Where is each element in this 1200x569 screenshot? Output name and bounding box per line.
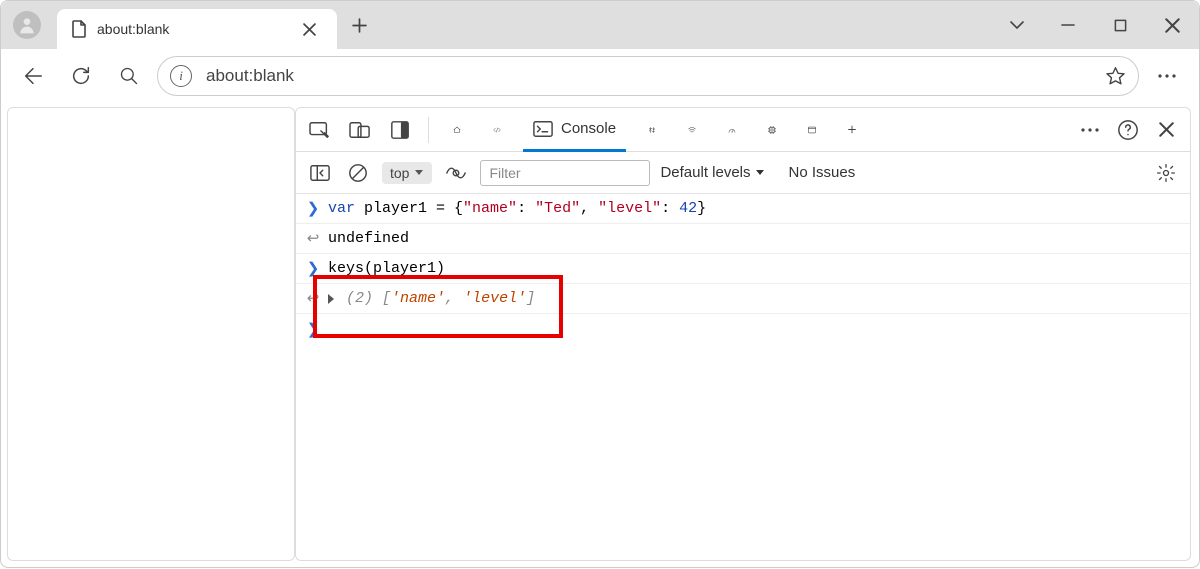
separator	[428, 117, 429, 143]
console-result: undefined	[328, 230, 409, 247]
back-button[interactable]	[13, 56, 53, 96]
devtools-panel: Console top Filter	[295, 107, 1191, 561]
browser-tab[interactable]: about:blank	[57, 9, 337, 49]
help-icon[interactable]	[1114, 116, 1142, 144]
log-levels-dropdown[interactable]: Default levels	[660, 164, 764, 181]
inspect-icon[interactable]	[306, 116, 334, 144]
favorite-icon[interactable]	[1105, 66, 1126, 87]
input-prompt-icon: ❯	[306, 199, 320, 218]
toggle-sidebar-icon[interactable]	[306, 159, 334, 187]
address-bar[interactable]: i about:blank	[157, 56, 1139, 96]
console-output: ❯ var player1 = {"name": "Ted", "level":…	[296, 194, 1190, 560]
expand-caret-icon[interactable]	[328, 294, 334, 304]
console-result: (2) ['name', 'level']	[346, 290, 535, 307]
page-viewport	[7, 107, 295, 561]
performance-tab[interactable]	[718, 108, 746, 152]
elements-tab[interactable]	[483, 108, 511, 152]
context-label: top	[390, 165, 409, 181]
filter-placeholder: Filter	[489, 165, 520, 181]
input-prompt-icon: ❯	[306, 259, 320, 278]
url-text: about:blank	[206, 66, 1091, 86]
input-prompt-icon: ❯	[306, 320, 320, 339]
memory-tab[interactable]	[758, 108, 786, 152]
content-area: Console top Filter	[1, 103, 1199, 569]
close-window-button[interactable]	[1149, 5, 1195, 45]
more-tabs-button[interactable]	[838, 108, 866, 152]
profile-avatar[interactable]	[13, 11, 41, 39]
output-icon: ↩	[306, 289, 320, 308]
chevron-down-icon	[414, 169, 424, 177]
tab-title: about:blank	[97, 21, 285, 37]
clear-console-icon[interactable]	[344, 159, 372, 187]
window-controls	[995, 5, 1199, 45]
issues-label[interactable]: No Issues	[789, 164, 856, 181]
chevron-down-icon	[755, 169, 765, 177]
console-toolbar: top Filter Default levels No Issues	[296, 152, 1190, 194]
page-icon	[71, 20, 87, 38]
minimize-button[interactable]	[1045, 5, 1091, 45]
console-output-row: ↩ undefined	[296, 224, 1190, 254]
welcome-tab[interactable]	[443, 108, 471, 152]
console-code: keys(player1)	[328, 260, 445, 277]
dock-side-icon[interactable]	[386, 116, 414, 144]
console-input-row: ❯ var player1 = {"name": "Ted", "level":…	[296, 194, 1190, 224]
refresh-button[interactable]	[61, 56, 101, 96]
tabs-dropdown[interactable]	[995, 5, 1039, 45]
live-expression-icon[interactable]	[442, 159, 470, 187]
tab-close-button[interactable]	[295, 15, 323, 43]
devtools-close-icon[interactable]	[1152, 116, 1180, 144]
devtools-tabstrip: Console	[296, 108, 1190, 152]
device-toggle-icon[interactable]	[346, 116, 374, 144]
context-selector[interactable]: top	[382, 162, 432, 184]
console-tab[interactable]: Console	[523, 108, 626, 152]
log-levels-label: Default levels	[660, 164, 750, 181]
search-button[interactable]	[109, 56, 149, 96]
devtools-more-icon[interactable]	[1076, 116, 1104, 144]
window-titlebar: about:blank	[1, 1, 1199, 49]
network-tab[interactable]	[678, 108, 706, 152]
console-input-row: ❯ keys(player1)	[296, 254, 1190, 284]
browser-navbar: i about:blank	[1, 49, 1199, 103]
maximize-button[interactable]	[1097, 5, 1143, 45]
console-icon	[533, 120, 553, 138]
sources-tab[interactable]	[638, 108, 666, 152]
output-icon: ↩	[306, 229, 320, 248]
console-prompt-row[interactable]: ❯	[296, 314, 1190, 344]
application-tab[interactable]	[798, 108, 826, 152]
console-code: var player1 = {"name": "Ted", "level": 4…	[328, 200, 706, 217]
console-settings-icon[interactable]	[1152, 159, 1180, 187]
browser-menu-button[interactable]	[1147, 56, 1187, 96]
filter-input[interactable]: Filter	[480, 160, 650, 186]
site-info-icon[interactable]: i	[170, 65, 192, 87]
console-output-row[interactable]: ↩ (2) ['name', 'level']	[296, 284, 1190, 314]
new-tab-button[interactable]	[345, 11, 373, 39]
console-tab-label: Console	[561, 120, 616, 137]
